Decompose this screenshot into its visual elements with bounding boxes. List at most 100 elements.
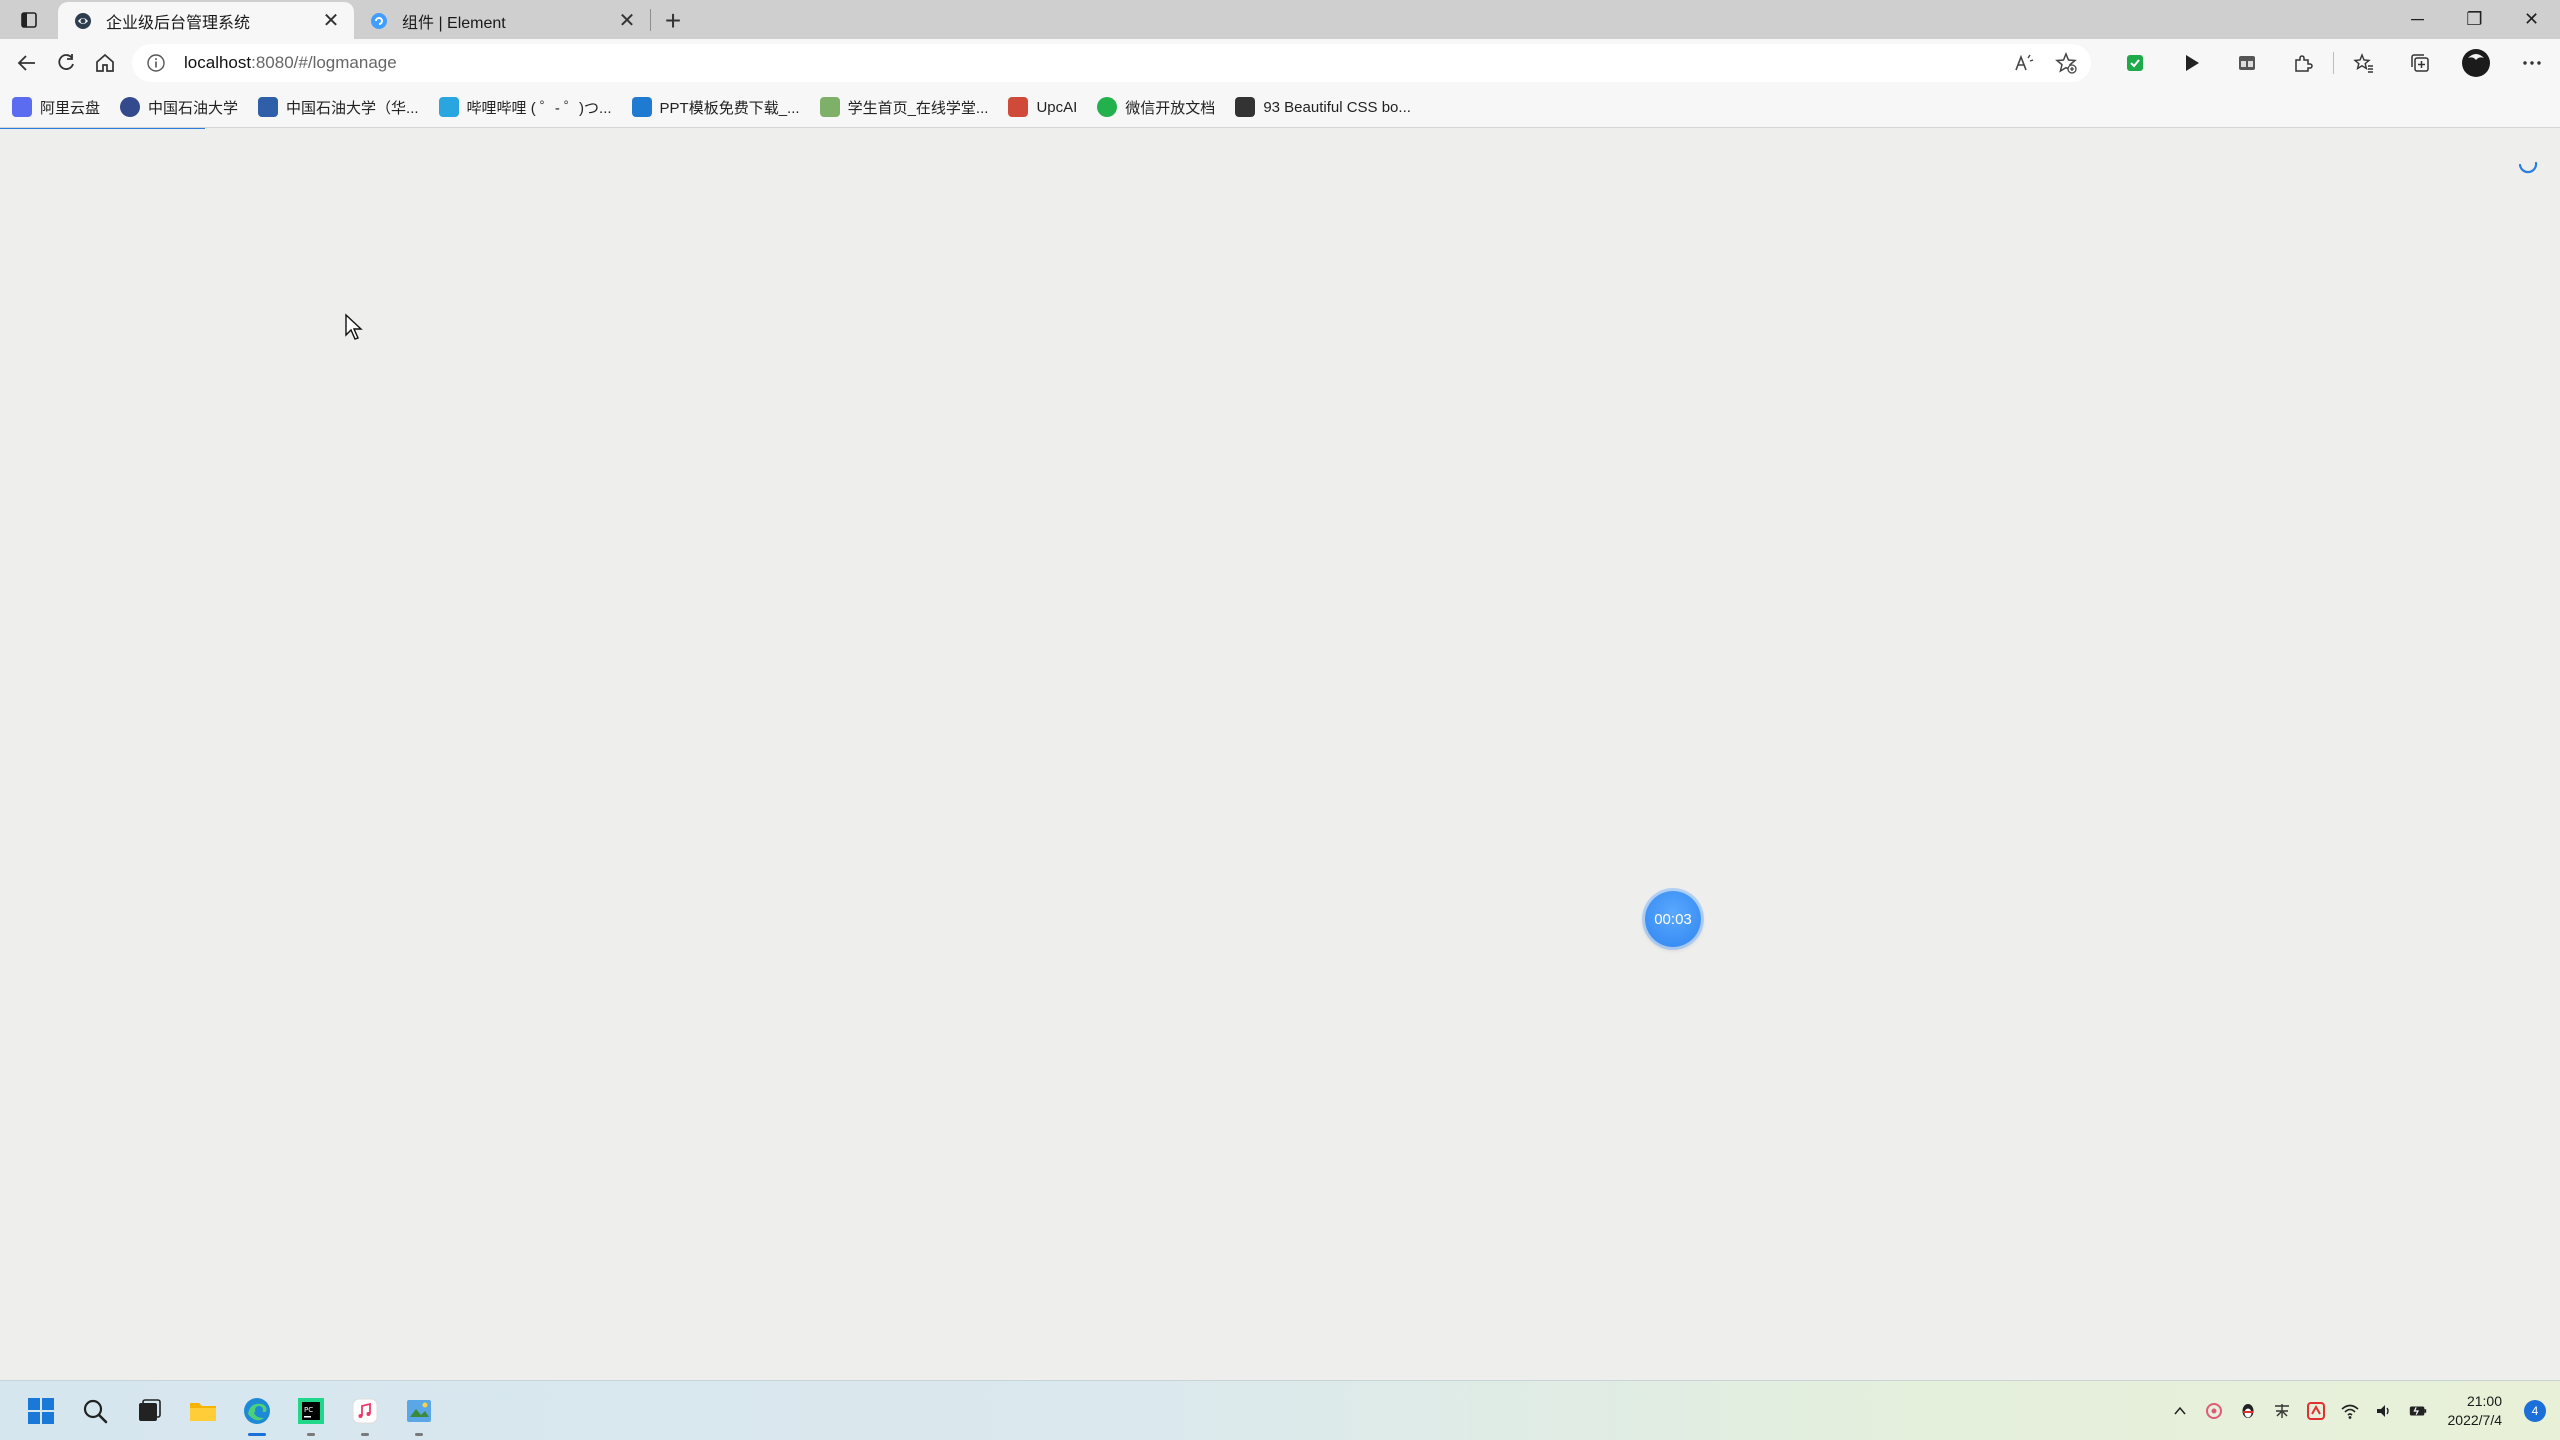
windows-logo-icon [28,1397,54,1424]
aliyun-drive-icon [12,97,32,117]
bookmark-bilibili[interactable]: 哔哩哔哩 ( ゜- ゜)つ... [438,97,612,118]
admin-favicon-icon [75,12,91,29]
tab-close-icon[interactable]: ✕ [616,8,638,33]
classroom-icon [819,97,840,117]
qq-penguin-icon [2242,1403,2253,1418]
toolbar-extensions [2107,41,2560,85]
security-app-icon [2306,1401,2325,1420]
search-button[interactable] [68,1383,122,1439]
home-button[interactable] [85,41,124,85]
bookmark-label: 阿里云盘 [40,99,101,117]
extension-play-button[interactable] [2163,41,2219,85]
tab-actions-button[interactable] [0,0,58,39]
profile-button[interactable] [2448,41,2504,85]
back-button[interactable] [8,41,47,85]
extension-shield-button[interactable] [2107,41,2163,85]
university-logo-icon [120,97,141,117]
bookmark-upc-east[interactable]: 中国石油大学（华... [258,97,419,118]
recording-timer-button[interactable]: 00:03 [1645,891,1701,947]
tab-element[interactable]: 组件 | Element ✕ [354,2,650,39]
bookmark-label: PPT模板免费下载_... [659,99,800,117]
shield-icon [2127,55,2144,71]
element-favicon-icon [371,12,387,29]
window-controls: ─ ❐ ✕ [2389,0,2560,39]
toolbar-divider [2333,52,2335,74]
bookmark-label: 93 Beautiful CSS bo... [1263,98,1411,116]
bookmark-upcai[interactable]: UpcAI [1008,97,1077,117]
bookmark-online-classroom[interactable]: 学生首页_在线学堂... [819,97,988,118]
read-aloud-icon[interactable] [2013,52,2035,74]
more-icon [2523,61,2541,65]
clock-date: 2022/7/4 [2447,1411,2503,1428]
tray-wifi[interactable] [2340,1401,2360,1421]
tray-volume[interactable] [2374,1401,2394,1421]
minimize-button[interactable]: ─ [2389,0,2446,39]
bookmark-css-buttons[interactable]: 93 Beautiful CSS bo... [1235,97,1411,117]
tab-admin-system[interactable]: 企业级后台管理系统 ✕ [58,2,354,39]
bookmark-ppt-templates[interactable]: PPT模板免费下载_... [631,97,800,118]
wechat-icon [1097,97,1118,117]
puzzle-icon [2295,55,2313,72]
tray-qq[interactable] [2238,1401,2258,1421]
tray-battery[interactable] [2408,1401,2428,1421]
bookmark-wechat-docs[interactable]: 微信开放文档 [1097,97,1215,118]
ppt-site-icon [631,97,652,117]
bookmark-aliyun-drive[interactable]: 阿里云盘 [12,97,100,118]
settings-more-button[interactable] [2504,41,2560,85]
collections-button[interactable] [2392,41,2448,85]
arrow-left-icon [18,55,36,71]
running-indicator [307,1432,315,1436]
bookmarks-bar: 阿里云盘 中国石油大学 中国石油大学（华... 哔哩哔哩 ( ゜- ゜)つ...… [0,87,2560,128]
address-bar[interactable]: localhost:8080/#/logmanage [132,44,2092,82]
info-icon[interactable] [146,53,166,73]
windows-taskbar: PC 21:00 2022/7/4 4 [0,1380,2560,1440]
screenshot-tool-taskbar-button[interactable] [392,1383,446,1439]
reload-icon [58,54,74,70]
show-hidden-icons-button[interactable] [2170,1401,2190,1421]
system-tray: 21:00 2022/7/4 4 [2170,1392,2560,1430]
play-icon [2186,55,2200,71]
search-icon [83,1399,108,1423]
tab-title: 企业级后台管理系统 [106,14,251,32]
notification-count-badge[interactable]: 4 [2524,1399,2546,1422]
css-site-icon [1235,97,1256,117]
clock-time: 21:00 [2466,1392,2502,1409]
browser-tab-strip: 企业级后台管理系统 ✕ 组件 | Element ✕ + ─ ❐ ✕ [0,0,2560,39]
loading-spinner-icon [2518,161,2538,174]
tab-actions-icon [21,11,37,28]
extension-media-button[interactable] [2219,41,2275,85]
url-host: localhost [184,53,252,72]
recording-timer-text: 00:03 [1654,910,1692,928]
bookmark-upc[interactable]: 中国石油大学 [120,97,238,118]
running-indicator [248,1432,266,1436]
input-method-icon [2274,1403,2289,1418]
tray-input-method[interactable] [2272,1401,2292,1421]
university-site-icon [258,97,279,117]
music-icon [352,1398,378,1423]
screenshot-tool-icon [407,1399,431,1422]
pycharm-taskbar-button[interactable]: PC [284,1383,338,1439]
taskbar-clock[interactable]: 21:00 2022/7/4 [2448,1392,2503,1430]
bilibili-icon [438,97,459,117]
start-button[interactable] [14,1383,68,1439]
add-favorite-icon[interactable] [2055,52,2077,74]
new-tab-button[interactable]: + [651,2,695,39]
file-explorer-button[interactable] [176,1383,230,1439]
reload-button[interactable] [47,41,86,85]
battery-charging-icon [2409,1405,2426,1416]
music-taskbar-button[interactable] [338,1383,392,1439]
extensions-button[interactable] [2275,41,2331,85]
tray-app-pink[interactable] [2204,1401,2224,1421]
flower-app-icon [2205,1402,2222,1419]
svg-text:PC: PC [304,1406,313,1414]
edge-taskbar-button[interactable] [230,1383,284,1439]
close-window-button[interactable]: ✕ [2503,0,2560,39]
bookmark-label: 微信开放文档 [1125,99,1216,117]
speaker-icon [2376,1404,2389,1417]
tab-title: 组件 | Element [402,14,506,32]
tab-close-icon[interactable]: ✕ [320,8,342,33]
tray-antivirus[interactable] [2306,1401,2326,1421]
restore-button[interactable]: ❐ [2446,0,2503,39]
task-view-button[interactable] [122,1383,176,1439]
favorites-button[interactable] [2336,41,2392,85]
